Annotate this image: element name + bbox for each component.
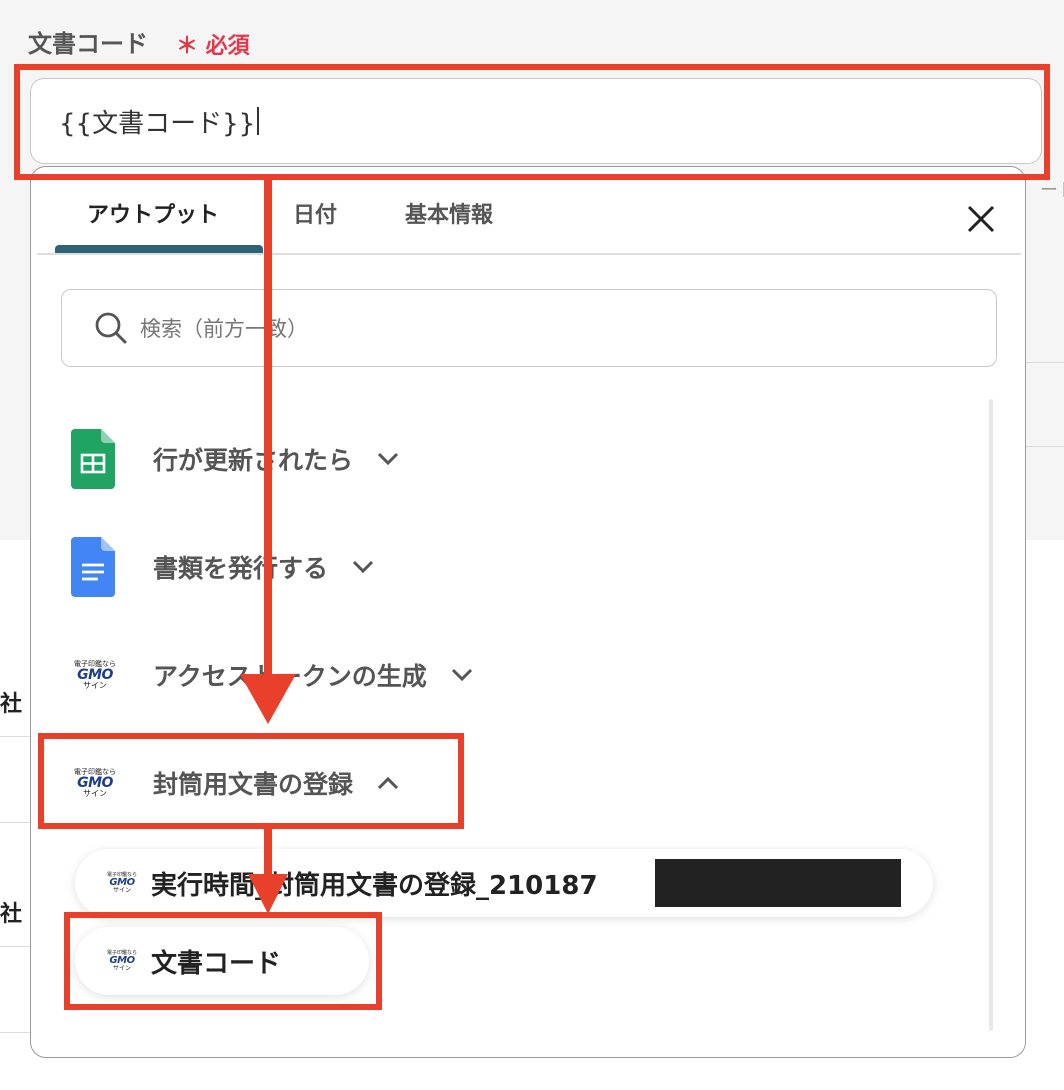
- search-input[interactable]: 検索（前方一致）: [61, 289, 997, 367]
- required-badge: ＊ 必須: [176, 34, 250, 59]
- output-item-execution-time[interactable]: 電子印鑑なら GMO サイン 実行時間_封筒用文書の登録_210187: [75, 849, 933, 917]
- tab-divider: [37, 253, 1021, 255]
- close-button[interactable]: [959, 197, 1003, 241]
- background-row-label: 社: [0, 902, 23, 927]
- output-item-label: 実行時間_封筒用文書の登録_210187: [151, 870, 598, 901]
- annotation-highlight-output: [64, 912, 382, 1010]
- active-tab-indicator: [55, 245, 263, 253]
- search-placeholder: 検索（前方一致）: [140, 317, 308, 341]
- background-divider: [0, 822, 30, 823]
- tab-basic-info[interactable]: 基本情報: [405, 197, 493, 229]
- annotation-highlight-group: [38, 733, 464, 829]
- tab-output[interactable]: アウトプット: [87, 197, 219, 229]
- annotation-arrow-shaft: [264, 829, 272, 879]
- group-row-updated[interactable]: 行が更新されたら: [71, 427, 399, 491]
- search-icon: [95, 312, 127, 344]
- group-label: 行が更新されたら: [153, 446, 354, 475]
- annotation-arrow-head-icon: [240, 674, 296, 724]
- background-divider: [1026, 362, 1064, 363]
- group-row-issue-document[interactable]: 書類を発行する: [71, 535, 374, 599]
- annotation-arrow-head-icon: [248, 874, 288, 914]
- annotation-arrow-shaft: [264, 180, 272, 680]
- chevron-down-icon: [377, 452, 399, 466]
- gmo-sign-icon: 電子印鑑なら GMO サイン: [106, 871, 137, 894]
- background-divider: [0, 736, 30, 737]
- google-sheets-icon: [71, 429, 115, 489]
- group-label: 書類を発行する: [153, 554, 329, 583]
- redacted-block: [655, 859, 901, 907]
- close-icon: [967, 205, 995, 233]
- chevron-down-icon: [451, 668, 472, 682]
- chevron-down-icon: [352, 560, 374, 574]
- gmo-sign-icon: 電子印鑑なら GMO サイン: [74, 659, 116, 690]
- annotation-highlight-input: [14, 64, 1050, 180]
- background-row-label: 社: [0, 692, 23, 717]
- google-docs-icon: [71, 537, 115, 597]
- background-divider: [1026, 446, 1064, 447]
- background-divider: [0, 1032, 30, 1033]
- field-label: 文書コード: [28, 30, 148, 58]
- tab-date[interactable]: 日付: [293, 197, 337, 229]
- background-divider: [0, 946, 30, 947]
- scrollbar[interactable]: [989, 399, 993, 1031]
